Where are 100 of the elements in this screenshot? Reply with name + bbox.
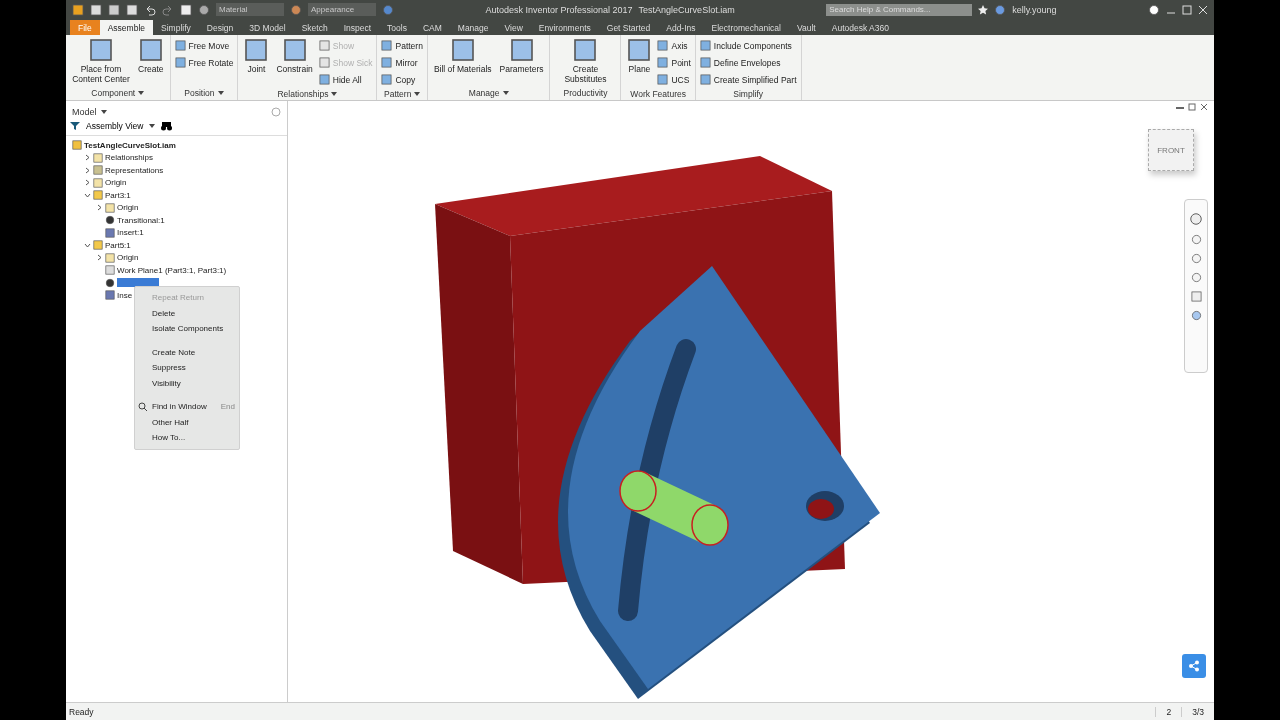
ribbon-tab[interactable]: View xyxy=(496,20,531,35)
tool-icon xyxy=(657,57,669,68)
close-icon[interactable] xyxy=(1200,103,1208,111)
tool-button[interactable]: Create Simplified Part xyxy=(699,72,797,87)
expand-icon[interactable] xyxy=(96,254,103,262)
ribbon-tab[interactable]: Manage xyxy=(449,20,497,35)
ribbon-tab[interactable]: Environments xyxy=(530,20,599,35)
ribbon-tab[interactable]: Design xyxy=(198,20,242,35)
tree-item[interactable]: Work Plane1 (Part3:1, Part3:1) xyxy=(117,265,227,275)
menu-item[interactable]: Isolate Components xyxy=(135,321,239,337)
tree-item[interactable]: Representations xyxy=(105,165,164,175)
tree-item[interactable]: Relationships xyxy=(105,153,154,163)
ribbon-tab[interactable]: Get Started xyxy=(598,20,659,35)
panel-title[interactable]: Manage xyxy=(431,86,546,100)
star-icon[interactable] xyxy=(978,4,989,15)
ribbon-tab[interactable]: Electromechanical xyxy=(703,20,789,35)
tree-item[interactable]: Origin xyxy=(105,178,127,188)
undo-icon[interactable] xyxy=(144,3,156,16)
ribbon-tab[interactable]: Tools xyxy=(379,20,415,35)
menu-item[interactable]: Suppress xyxy=(135,360,239,376)
tool-button[interactable]: Plane xyxy=(625,38,654,87)
panel-title[interactable]: Position xyxy=(174,86,234,100)
tool-icon xyxy=(174,57,186,68)
maximize-icon[interactable] xyxy=(1182,4,1192,15)
tool-button[interactable]: Free Move xyxy=(174,38,234,53)
tool-icon xyxy=(318,74,330,85)
tool-icon xyxy=(282,38,307,62)
tree-item[interactable]: Origin xyxy=(117,253,139,263)
shortcut-label: End xyxy=(220,402,235,412)
appearance-field[interactable]: Appearance xyxy=(308,3,376,16)
menu-item[interactable]: Find in Window End xyxy=(135,399,239,415)
menu-item[interactable]: Visibility xyxy=(135,375,239,391)
tool-button[interactable]: Point xyxy=(657,55,691,70)
restore-icon[interactable] xyxy=(1188,103,1196,111)
panel-title[interactable]: Relationships xyxy=(242,87,373,100)
ribbon-tab[interactable]: Assemble xyxy=(99,20,154,35)
file-name: TestAngleCurveSlot.iam xyxy=(638,4,735,15)
ribbon-tab[interactable]: Add-Ins xyxy=(658,20,704,35)
tool-button[interactable]: Create Substitutes xyxy=(554,38,617,86)
tool-button[interactable]: Pattern xyxy=(381,38,423,53)
tool-icon xyxy=(699,40,711,51)
tool-button[interactable]: UCS xyxy=(657,72,691,87)
tool-button[interactable]: Parameters xyxy=(497,38,546,86)
tool-button[interactable]: Include Components xyxy=(699,38,797,53)
panel-title[interactable]: Simplify xyxy=(699,87,797,100)
tool-icon xyxy=(381,74,393,85)
tree-item[interactable] xyxy=(117,278,159,288)
expand-icon[interactable] xyxy=(96,204,103,212)
collapse-icon[interactable] xyxy=(84,191,91,199)
tool-button[interactable]: Place from Content Center xyxy=(70,38,132,86)
menu-item[interactable]: Delete xyxy=(135,305,239,321)
view-selector[interactable]: Assembly View xyxy=(86,121,144,131)
menu-item[interactable]: How To... xyxy=(135,430,239,446)
caret-icon xyxy=(502,91,509,95)
ribbon-tab[interactable]: Autodesk A360 xyxy=(823,20,897,35)
tree-item[interactable]: Transitional:1 xyxy=(117,215,165,225)
tool-button[interactable]: Axis xyxy=(657,38,691,53)
expand-icon[interactable] xyxy=(84,154,91,162)
redo-icon[interactable] xyxy=(162,3,174,16)
ribbon-tab[interactable]: Vault xyxy=(789,20,824,35)
tree-item[interactable]: Part3:1 xyxy=(105,190,131,200)
expand-icon[interactable] xyxy=(84,179,91,187)
tree-item[interactable]: Inse xyxy=(117,290,133,300)
tool-button[interactable]: Create xyxy=(136,38,166,86)
user-name[interactable]: kelly.young xyxy=(1012,4,1057,15)
menu-item[interactable]: Create Note xyxy=(135,344,239,360)
ribbon-tab[interactable]: Sketch xyxy=(293,20,336,35)
status-pages: 3/3 xyxy=(1181,706,1214,717)
panel-title[interactable]: Pattern xyxy=(381,87,423,100)
tool-button[interactable]: Mirror xyxy=(381,55,423,70)
material-field[interactable]: Material xyxy=(216,3,284,16)
tool-button[interactable]: Bill of Materials xyxy=(431,38,494,86)
ribbon-tab[interactable]: Simplify xyxy=(153,20,199,35)
tree-item[interactable]: Insert:1 xyxy=(117,228,144,238)
panel-title[interactable]: Work Features xyxy=(625,87,691,100)
tool-button[interactable]: Joint xyxy=(242,38,271,87)
tool-button[interactable]: Define Envelopes xyxy=(699,55,797,70)
tree-item[interactable]: Origin xyxy=(117,203,139,213)
tool-button[interactable]: Copy xyxy=(381,72,423,87)
panel-title[interactable]: Productivity xyxy=(554,86,617,100)
tool-button[interactable]: Free Rotate xyxy=(174,55,234,70)
filter-icon[interactable] xyxy=(70,121,80,131)
ribbon-tab[interactable]: Inspect xyxy=(335,20,380,35)
browser-title[interactable]: Model xyxy=(72,107,97,117)
ribbon-tab[interactable]: CAM xyxy=(414,20,450,35)
tool-button[interactable]: Constrain xyxy=(274,38,315,87)
status-count: 2 xyxy=(1155,706,1182,717)
tree-item[interactable]: Part5:1 xyxy=(105,240,131,250)
panel-title[interactable]: Component xyxy=(70,86,166,100)
caret-icon xyxy=(217,91,224,95)
collapse-icon[interactable] xyxy=(84,241,91,249)
binoculars-icon[interactable] xyxy=(161,121,173,131)
ribbon-tab[interactable]: 3D Model xyxy=(241,20,294,35)
view-cube[interactable]: FRONT xyxy=(1148,129,1194,171)
tool-icon xyxy=(318,57,330,68)
tool-button[interactable]: Hide All xyxy=(318,72,373,87)
menu-item[interactable]: Other Half xyxy=(135,414,239,430)
tree-item[interactable]: TestAngleCurveSlot.iam xyxy=(84,140,176,150)
expand-icon[interactable] xyxy=(84,166,91,174)
share-button[interactable] xyxy=(1182,654,1206,678)
